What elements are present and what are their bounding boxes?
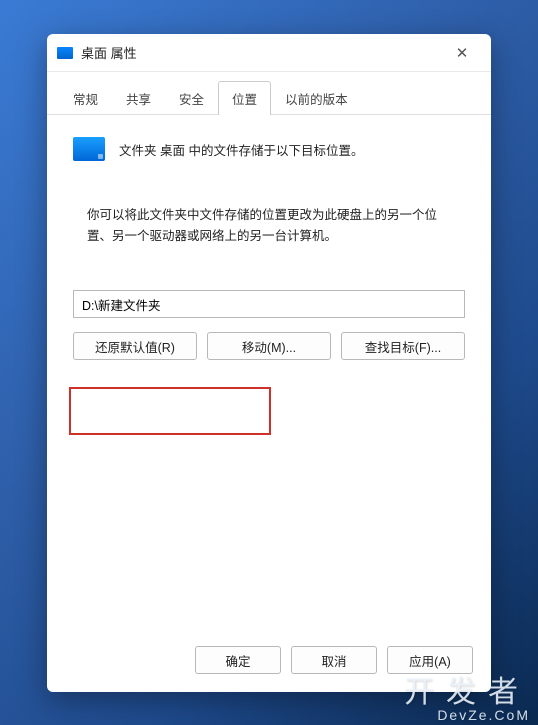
action-buttons-row: 还原默认值(R) 移动(M)... 查找目标(F)... <box>73 332 465 360</box>
description-row: 文件夹 桌面 中的文件存储于以下目标位置。 <box>73 137 465 161</box>
properties-dialog: 桌面 属性 ✕ 常规 共享 安全 位置 以前的版本 文件夹 桌面 中的文件存储于… <box>47 34 491 692</box>
tab-sharing[interactable]: 共享 <box>112 81 165 115</box>
cancel-button[interactable]: 取消 <box>291 646 377 674</box>
tab-strip: 常规 共享 安全 位置 以前的版本 <box>47 72 491 115</box>
desktop-icon <box>73 137 105 161</box>
description-text: 文件夹 桌面 中的文件存储于以下目标位置。 <box>119 140 363 159</box>
dialog-footer: 确定 取消 应用(A) <box>47 632 491 692</box>
tab-general[interactable]: 常规 <box>59 81 112 115</box>
find-target-button[interactable]: 查找目标(F)... <box>341 332 465 360</box>
window-title: 桌面 属性 <box>81 43 443 62</box>
restore-default-button[interactable]: 还原默认值(R) <box>73 332 197 360</box>
path-input[interactable] <box>73 290 465 318</box>
explanation-text: 你可以将此文件夹中文件存储的位置更改为此硬盘上的另一个位置、另一个驱动器或网络上… <box>73 205 465 246</box>
ok-button[interactable]: 确定 <box>195 646 281 674</box>
apply-button[interactable]: 应用(A) <box>387 646 473 674</box>
move-button[interactable]: 移动(M)... <box>207 332 331 360</box>
annotation-highlight <box>69 387 271 435</box>
close-button[interactable]: ✕ <box>443 38 481 68</box>
desktop-small-icon <box>57 47 73 59</box>
watermark-sub: DevZe.CoM <box>404 707 530 723</box>
tab-previous-versions[interactable]: 以前的版本 <box>271 81 362 115</box>
tab-content: 文件夹 桌面 中的文件存储于以下目标位置。 你可以将此文件夹中文件存储的位置更改… <box>47 115 491 632</box>
tab-location[interactable]: 位置 <box>218 81 271 115</box>
titlebar: 桌面 属性 ✕ <box>47 34 491 72</box>
tab-security[interactable]: 安全 <box>165 81 218 115</box>
